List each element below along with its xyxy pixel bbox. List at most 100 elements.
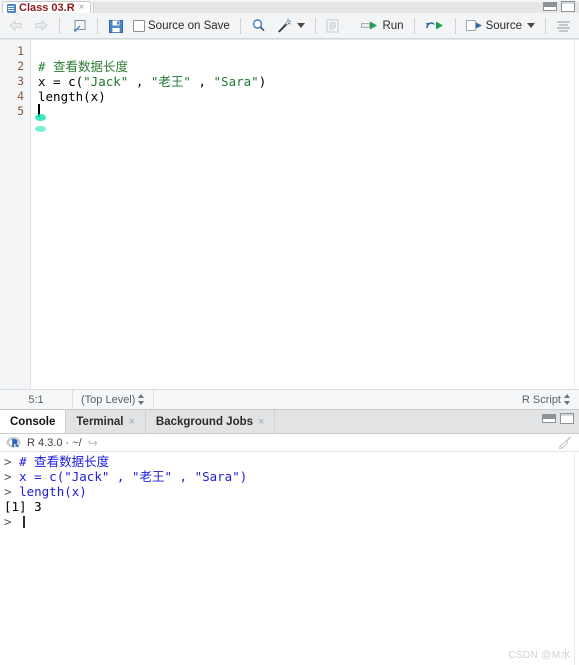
forward-button[interactable]	[30, 16, 52, 36]
close-icon[interactable]: ×	[128, 416, 134, 428]
console-prompt: >	[4, 454, 20, 469]
save-button[interactable]	[105, 16, 127, 36]
code-token: )	[258, 74, 267, 89]
back-button[interactable]	[5, 16, 27, 36]
console-line: > x = c("Jack" , "老王" , "Sara")	[4, 469, 579, 484]
tabbar-empty-area	[92, 2, 579, 13]
console-prompt: >	[4, 469, 20, 484]
file-tab-class03[interactable]: Class 03.R ×	[2, 1, 91, 13]
source-pane: Class 03.R × Source on Save Run Source 1…	[0, 0, 579, 410]
console-input-text: length(x)	[19, 484, 87, 499]
forward-arrow-icon	[33, 19, 49, 32]
r-version-label: R 4.3.0 · ~/	[27, 436, 82, 449]
toolbar-divider	[59, 17, 60, 34]
code-editor[interactable]: 1 2 3 4 5 # 查看数据长度 x = c("Jack" , "老王" ,…	[0, 39, 579, 389]
show-in-new-window-button[interactable]	[67, 16, 90, 36]
console-output-text: [1] 3	[4, 499, 42, 514]
source-tabbar: Class 03.R ×	[0, 0, 579, 13]
console-pane: Console Terminal × Background Jobs × R 4…	[0, 410, 579, 665]
console-tabbar-empty-area	[275, 410, 579, 433]
cursor-highlight-marker	[35, 114, 46, 121]
editor-toolbar: Source on Save Run Source	[0, 13, 579, 39]
chevron-down-icon[interactable]	[527, 23, 535, 28]
cursor-position-label: 5:1	[28, 393, 44, 406]
tab-terminal[interactable]: Terminal ×	[66, 410, 146, 433]
cursor-position: 5:1	[0, 390, 73, 409]
line-number: 3	[17, 74, 24, 88]
console-input-line[interactable]: >	[4, 514, 579, 529]
toolbar-divider	[314, 17, 316, 34]
view-in-new-window-icon[interactable]: ↪	[88, 437, 98, 449]
find-replace-icon	[251, 18, 266, 33]
scope-selector[interactable]: (Top Level)	[73, 390, 155, 409]
line-number: 1	[17, 44, 24, 58]
save-icon	[108, 18, 124, 34]
broom-icon[interactable]	[557, 436, 573, 451]
tab-terminal-label: Terminal	[76, 415, 124, 428]
console-prompt: >	[4, 514, 20, 529]
document-outline-icon	[326, 19, 339, 33]
code-tools-icon	[275, 18, 292, 34]
code-line-3: x = c("Jack" , "老王" , "Sara")	[38, 74, 579, 89]
r-document-icon	[7, 3, 16, 13]
console-header: R 4.3.0 · ~/ ↪	[0, 434, 579, 452]
cursor-highlight-marker	[35, 126, 46, 132]
toolbar-divider	[97, 17, 98, 34]
line-number-gutter: 1 2 3 4 5	[0, 40, 31, 389]
up-down-arrows-icon[interactable]	[564, 394, 571, 405]
minimize-icon[interactable]	[542, 414, 556, 423]
run-label: Run	[382, 19, 404, 32]
console-output[interactable]: > # 查看数据长度 > x = c("Jack" , "老王" , "Sara…	[0, 452, 579, 665]
line-number: 5	[17, 104, 24, 118]
maximize-icon[interactable]	[561, 1, 575, 12]
tab-console-label: Console	[10, 415, 56, 428]
line-number: 2	[17, 59, 24, 73]
show-in-new-window-icon	[70, 18, 87, 34]
toolbar-divider	[413, 17, 415, 34]
code-tools-button[interactable]	[272, 16, 308, 36]
source-button[interactable]: Source	[463, 16, 538, 36]
tab-background-jobs[interactable]: Background Jobs ×	[145, 410, 276, 433]
source-on-save-label: Source on Save	[148, 19, 230, 32]
rstudio-window: Class 03.R × Source on Save Run Source 1…	[0, 0, 579, 665]
source-icon	[465, 19, 483, 32]
find-replace-button[interactable]	[248, 16, 269, 36]
source-on-save-checkbox[interactable]	[133, 19, 145, 32]
chevron-down-icon[interactable]	[296, 23, 305, 28]
source-on-save-toggle[interactable]: Source on Save	[130, 16, 233, 36]
editor-status-bar: 5:1 (Top Level) R Script	[0, 389, 579, 409]
up-down-arrows-icon[interactable]	[138, 394, 145, 405]
maximize-icon[interactable]	[560, 413, 574, 424]
close-icon[interactable]: ×	[78, 3, 85, 13]
console-tabbar: Console Terminal × Background Jobs ×	[0, 410, 579, 434]
file-tab-label: Class 03.R	[19, 1, 75, 13]
source-window-controls	[543, 1, 575, 12]
code-token: x = c(	[38, 74, 84, 89]
tab-background-jobs-label: Background Jobs	[155, 415, 254, 428]
document-outline-button[interactable]	[323, 16, 342, 36]
console-scrollbar[interactable]	[574, 452, 579, 665]
minimize-icon[interactable]	[543, 2, 557, 11]
rerun-previous-icon	[425, 19, 445, 32]
editor-scrollbar[interactable]	[574, 40, 579, 389]
console-line: [1] 3	[4, 499, 579, 514]
code-string: "老王"	[150, 74, 191, 89]
rerun-button[interactable]	[422, 16, 448, 36]
toolbar-divider	[454, 17, 456, 34]
show-document-outline-icon	[556, 19, 571, 33]
r-logo-icon	[6, 436, 21, 449]
file-type-selector[interactable]: R Script	[514, 390, 579, 409]
code-token: length(x)	[38, 89, 106, 104]
code-comment: # 查看数据长度	[38, 59, 129, 74]
code-text-area[interactable]: # 查看数据长度 x = c("Jack" , "老王" , "Sara") l…	[31, 40, 579, 389]
close-icon[interactable]: ×	[258, 416, 264, 428]
tab-console[interactable]: Console	[0, 410, 67, 433]
console-line: > # 查看数据长度	[4, 454, 579, 469]
console-cursor	[23, 516, 25, 528]
run-button[interactable]: Run	[358, 16, 406, 36]
code-string: "Jack"	[83, 74, 129, 89]
show-document-outline-button[interactable]	[553, 16, 574, 36]
line-number: 4	[17, 89, 24, 103]
